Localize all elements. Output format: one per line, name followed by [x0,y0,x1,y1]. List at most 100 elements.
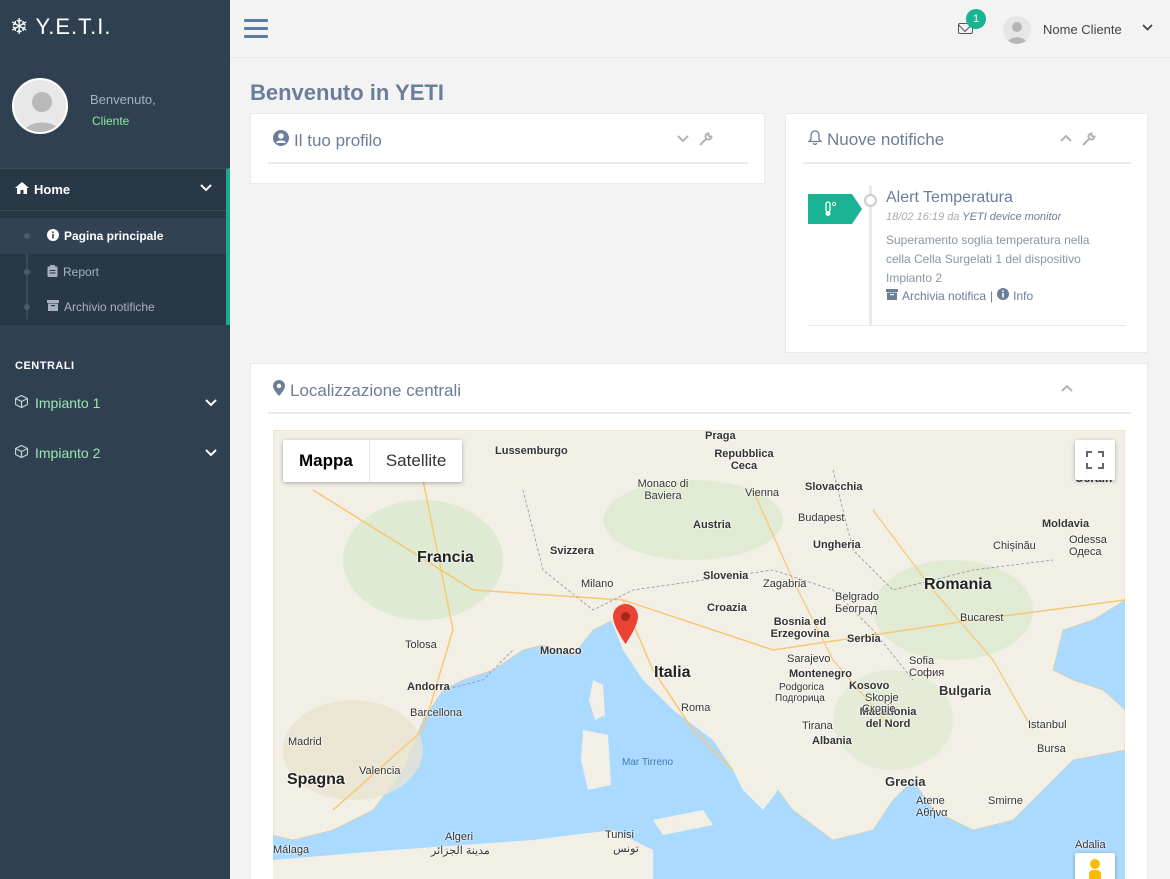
cube-icon [14,444,29,461]
map-label: Praga [705,430,736,442]
notification-meta: 18/02 16:19 da YETI device monitor [886,211,1061,223]
notification-by: da [947,211,960,223]
street-view-pegman-icon[interactable] [1075,853,1115,879]
map-label: Austria [693,519,731,531]
menu-toggle-icon[interactable] [244,19,268,39]
box-tools [1060,132,1096,149]
sidebar-profile: Benvenuto, Cliente [0,68,230,168]
map-label: Одеса [1069,546,1102,558]
chevron-up-icon[interactable] [1060,132,1072,149]
wrench-icon[interactable] [1082,132,1096,149]
sidebar-item-impianto-1[interactable]: Impianto 1 [14,388,225,418]
app-logo-text: Y.E.T.I. [35,14,112,39]
map-view[interactable]: Francia Italia Spagna Romania Bulgaria G… [273,430,1125,879]
map-label: Moldavia [1042,518,1090,530]
map-label: Valencia [359,765,401,777]
profile-box: Il tuo profilo [250,113,765,184]
map-type-mappa-button[interactable]: Mappa [283,440,369,482]
sidebar-item-label: Impianto 1 [35,395,101,411]
info-circle-icon [47,228,59,244]
info-link[interactable]: Info [1013,289,1033,303]
map-label: Italia [654,664,691,681]
archive-icon [47,300,59,314]
sidebar-item-impianto-2[interactable]: Impianto 2 [14,438,225,468]
notification-timestamp: 18/02 16:19 [886,211,945,223]
chevron-down-icon[interactable] [1142,21,1153,35]
section-label-centrali: CENTRALI [15,360,75,372]
map-label: Spagna [287,771,345,788]
map-label: Milano [581,578,614,590]
notification-actions: Archivia notifica | Info [886,288,1033,303]
map-type-satellite-button[interactable]: Satellite [370,440,462,482]
sidebar-item-archivio-notifiche[interactable]: Archivio notifiche [0,289,226,325]
box-title-text: Localizzazione centrali [290,380,462,400]
map-label: Скопје [862,703,896,715]
sidebar-item-pagina-principale[interactable]: Pagina principale [0,218,226,254]
map-label: Serbia [847,633,881,645]
map-land [273,430,1125,879]
map-pin-icon[interactable] [613,604,638,649]
bell-icon [807,130,823,150]
map-label: Zagabria [763,578,807,590]
divider [268,162,748,164]
divider [268,412,1131,414]
notification-description: Superamento soglia temperatura nella cel… [886,233,1090,285]
map-label: Budapest [798,512,845,524]
map-label: Sofia [909,655,935,667]
app-logo[interactable]: ❄ Y.E.T.I. [10,14,112,40]
user-role[interactable]: Cliente [92,114,129,128]
avatar[interactable] [12,78,68,134]
map-label: مدينة الجزائر [431,845,490,857]
map-label: Kosovo [849,680,890,692]
notification-count-badge[interactable]: 1 [966,9,986,29]
chevron-up-icon[interactable] [1061,382,1073,397]
map-label: Monaco [540,645,582,657]
notification-source: YETI device monitor [962,211,1062,223]
wrench-icon[interactable] [699,132,713,149]
tree-dot [24,233,30,239]
page-title: Benvenuto in YETI [250,80,444,105]
map-label: Bosnia ed Erzegovina [770,616,830,640]
cube-icon [14,394,29,411]
map-label: Svizzera [550,545,595,557]
map-label: Sarajevo [787,653,831,665]
map-label: Croazia [707,602,747,614]
clipboard-icon [47,264,58,280]
map-label: Tolosa [405,639,437,651]
map-label: Romania [924,576,992,593]
snowflake-icon: ❄ [10,14,30,39]
map-label: Repubblica Ceca [714,448,774,472]
map-label: Málaga [273,844,310,856]
map-type-control: Mappa Satellite [283,440,463,482]
sidebar-item-report[interactable]: Report [0,254,226,290]
info-circle-icon [997,288,1010,303]
sidebar-item-label: Report [63,265,100,279]
nav-home-section: Home Pagina principale Report Archivio n… [0,168,230,325]
chevron-down-icon[interactable] [677,132,689,149]
timeline-dot [864,194,877,207]
tree-dot [24,304,30,310]
sidebar-item-home[interactable]: Home [0,169,226,211]
notifications-box: Nuove notifiche Alert Temperatura 18/02 … [785,113,1148,353]
map-label: Podgorica [779,682,825,693]
user-menu-name[interactable]: Nome Cliente [1043,22,1122,37]
actions-separator: | [990,288,994,303]
profile-box-title: Il tuo profilo [273,130,382,151]
map-label: Slovenia [703,570,749,582]
map-label: Andorra [407,681,450,693]
user-avatar[interactable] [1003,16,1031,44]
map-label: Подгорица [775,693,825,704]
map-label: Algeri [445,831,474,843]
notification-title[interactable]: Alert Temperatura [886,189,1013,207]
archive-notification-link[interactable]: Archivia notifica [902,289,986,303]
map-label: София [909,667,945,679]
fullscreen-icon[interactable] [1075,440,1115,480]
map-label: Grecia [885,774,926,789]
box-tools [677,132,713,149]
map-label: Istanbul [1028,719,1067,731]
chevron-down-icon [200,180,212,196]
map-label: Montenegro [789,668,852,680]
topbar: 1 Nome Cliente [230,0,1170,58]
divider [803,162,1131,164]
map-label: Београд [835,603,878,615]
